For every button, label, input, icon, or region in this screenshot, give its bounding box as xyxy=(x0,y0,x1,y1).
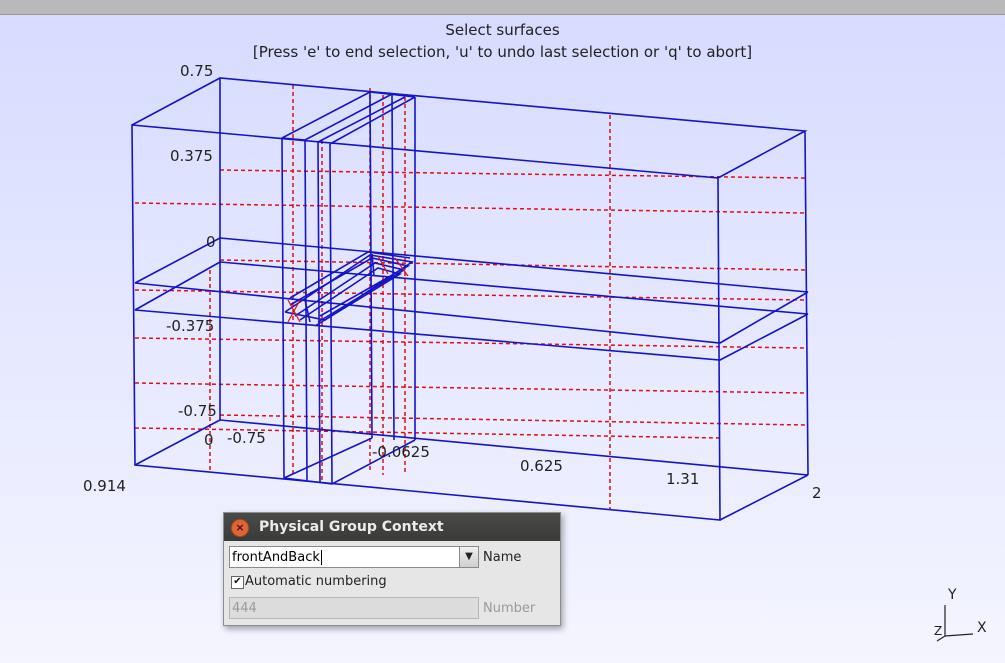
tick-x-2: 2 xyxy=(812,484,822,502)
tick-x-0: 0 xyxy=(204,431,214,449)
tick-x-neg-0-75: -0.75 xyxy=(227,429,266,447)
chevron-down-icon: ▼ xyxy=(465,551,473,562)
axis-x-label: X xyxy=(977,620,987,636)
axes-gizmo xyxy=(936,605,974,642)
name-value: frontAndBack xyxy=(232,550,320,565)
tick-y-0: 0 xyxy=(206,233,216,251)
axis-y-label: Y xyxy=(948,587,957,603)
auto-numbering-label: Automatic numbering xyxy=(245,574,387,589)
dialog-title: Physical Group Context xyxy=(259,519,444,535)
close-icon[interactable]: × xyxy=(231,519,249,537)
name-combobox[interactable]: frontAndBack xyxy=(229,546,479,568)
number-input[interactable]: 444 xyxy=(229,597,479,619)
tick-y-0-375: 0.375 xyxy=(170,147,213,165)
check-icon: ✔ xyxy=(233,576,242,587)
selection-message-instructions: [Press 'e' to end selection, 'u' to undo… xyxy=(252,43,753,61)
window-top-bar xyxy=(0,0,1005,15)
number-value: 444 xyxy=(232,601,257,616)
tick-y-0-75: 0.75 xyxy=(180,62,214,80)
axis-z-label: Z xyxy=(934,624,943,638)
tick-z-0-914: 0.914 xyxy=(83,477,126,495)
tick-x-0-625: 0.625 xyxy=(520,457,563,475)
number-label: Number xyxy=(483,601,536,616)
name-dropdown-button[interactable]: ▼ xyxy=(459,546,479,568)
tick-y-neg-0-375: -0.375 xyxy=(166,317,215,335)
auto-numbering-checkbox[interactable]: ✔ xyxy=(231,576,244,589)
selection-message-title: Select surfaces xyxy=(445,21,560,39)
name-label: Name xyxy=(483,550,522,565)
tick-x-1-31: 1.31 xyxy=(666,470,700,488)
mesh-edges xyxy=(131,77,809,521)
dialog-title-bar[interactable]: × Physical Group Context xyxy=(224,513,560,541)
tick-x-neg-0-0625: -0.0625 xyxy=(372,443,430,461)
physical-group-dialog[interactable]: × Physical Group Context frontAndBack ▼ … xyxy=(223,512,561,626)
tick-y-neg-0-75: -0.75 xyxy=(178,402,217,420)
